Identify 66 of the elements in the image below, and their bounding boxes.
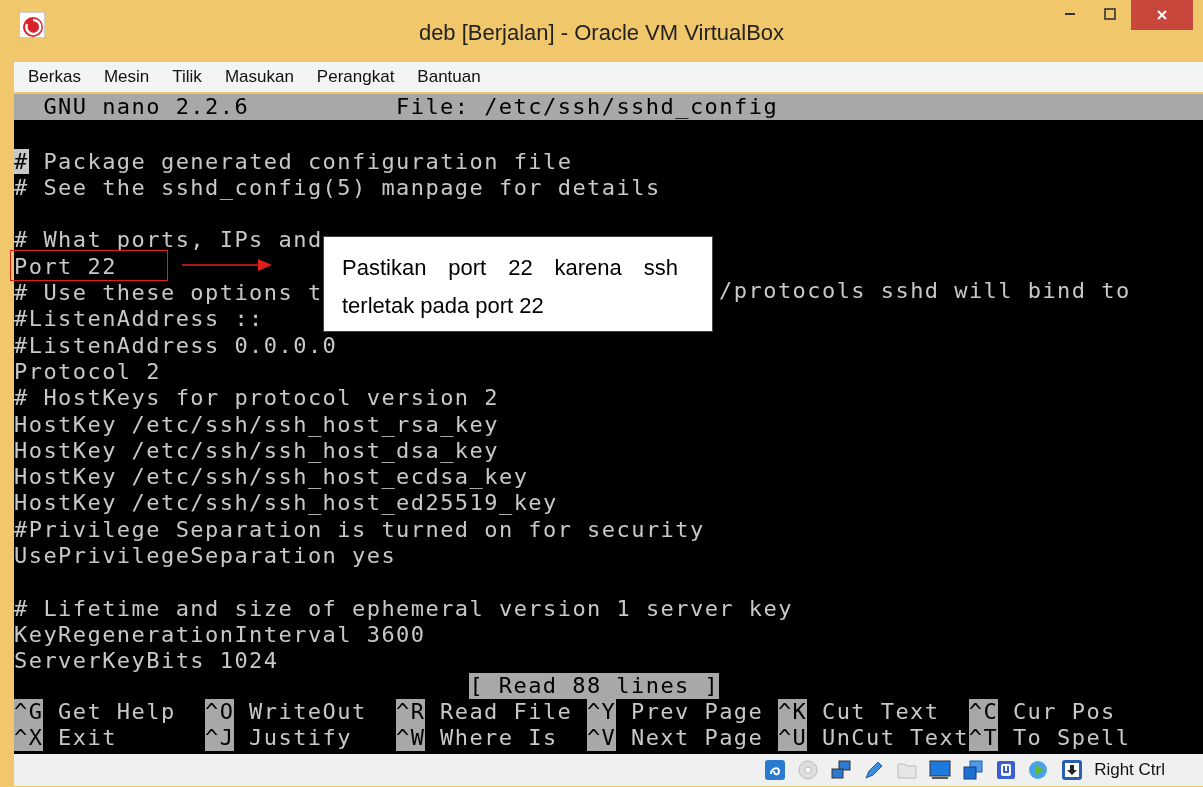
maximize-icon <box>1104 8 1116 20</box>
windows-icon <box>962 759 985 781</box>
chip-icon <box>995 759 1018 781</box>
terminal-line: # Use these options t <box>14 282 323 305</box>
terminal-line: HostKey /etc/ssh/ssh_host_ecdsa_key <box>14 466 529 489</box>
terminal-line: # See the sshd_config(5) manpage for details <box>14 176 661 199</box>
app-logo-icon <box>19 12 45 38</box>
shortcut-key: ^G <box>14 698 44 726</box>
window-title: deb [Berjalan] - Oracle VM VirtualBox <box>418 20 785 46</box>
network-icon <box>830 759 853 781</box>
shortcut-label: Next Page <box>631 725 764 752</box>
shortcut-key: ^V <box>586 725 617 752</box>
menu-item[interactable]: Berkas <box>28 67 81 87</box>
close-icon <box>1156 9 1168 21</box>
nano-version: GNU nano 2.2.6 <box>43 94 250 121</box>
shortcut-label: Justify <box>249 725 352 752</box>
status-message: [ Read 88 lines ] <box>469 672 720 699</box>
shortcut-label: Cut Text <box>821 698 940 726</box>
shortcut-key: ^U <box>777 725 808 752</box>
terminal-line: UsePrivilegeSeparation yes <box>14 545 397 568</box>
annotation-callout: Pastikan port 22 karena ssh terletak pada port 22 <box>323 236 713 332</box>
menu-item[interactable]: Tilik <box>172 67 202 87</box>
terminal-line: # What ports, IPs and <box>14 229 323 252</box>
terminal-line: HostKey /etc/ssh/ssh_host_ed25519_key <box>14 492 558 515</box>
menu-item[interactable]: Bantuan <box>417 67 481 87</box>
terminal-line: /protocols sshd will bind to <box>719 280 1131 303</box>
terminal-line: HostKey /etc/ssh/ssh_host_rsa_key <box>14 413 499 436</box>
shortcut-key: ^C <box>968 698 999 726</box>
arrow-icon <box>182 259 272 271</box>
terminal-line: #ListenAddress 0.0.0.0 <box>14 334 338 357</box>
menu-item[interactable]: Mesin <box>103 67 150 87</box>
file-name: File: /etc/ssh/sshd_config <box>396 94 779 121</box>
optical-disc-icon <box>797 759 820 781</box>
shortcut-label: To Spell <box>1012 725 1131 752</box>
shortcut-label: Get Help <box>58 698 176 726</box>
shortcut-label: WriteOut <box>249 698 367 726</box>
monitor-icon <box>929 759 952 781</box>
shortcut-key: ^K <box>777 698 808 726</box>
shortcut-label: Cur Pos <box>1012 698 1116 726</box>
terminal-line: # Package generated configuration file <box>14 150 573 173</box>
menu-item[interactable]: Masukan <box>224 67 294 87</box>
terminal-line: HostKey /etc/ssh/ssh_host_dsa_key <box>14 439 499 462</box>
shortcut-key: ^W <box>395 725 426 752</box>
shortcut-key: ^T <box>968 725 999 752</box>
shortcut-key: ^O <box>204 698 235 726</box>
shortcut-label: Where Is <box>440 725 558 752</box>
terminal-line: KeyRegenerationInterval 3600 <box>14 623 426 646</box>
shortcut-key: ^J <box>204 725 235 752</box>
terminal-line: ServerKeyBits 1024 <box>14 650 279 673</box>
terminal-line: #Privilege Separation is turned on for security <box>14 518 705 541</box>
minimize-icon <box>1065 13 1075 15</box>
shortcut-label: Exit <box>58 725 117 752</box>
shortcut-key: ^R <box>395 698 426 726</box>
terminal-line: # Lifetime and size of ephemeral version 1 server key <box>14 597 793 620</box>
shortcut-label: Read File <box>440 698 573 726</box>
close-button[interactable] <box>1131 0 1193 30</box>
terminal-line: Protocol 2 <box>14 360 161 383</box>
host-key-label: Right Ctrl <box>1094 760 1165 780</box>
shortcut-key: ^X <box>14 725 44 752</box>
shortcut-label: Prev Page <box>631 698 764 726</box>
terminal-line: # HostKeys for protocol version 2 <box>14 387 499 410</box>
shortcut-key: ^Y <box>586 698 617 726</box>
shortcut-label: UnCut Text <box>821 725 969 752</box>
terminal-line: #ListenAddress :: <box>14 308 264 331</box>
terminal-line: Port 22 <box>14 255 117 278</box>
menu-item[interactable]: Perangkat <box>316 67 395 87</box>
